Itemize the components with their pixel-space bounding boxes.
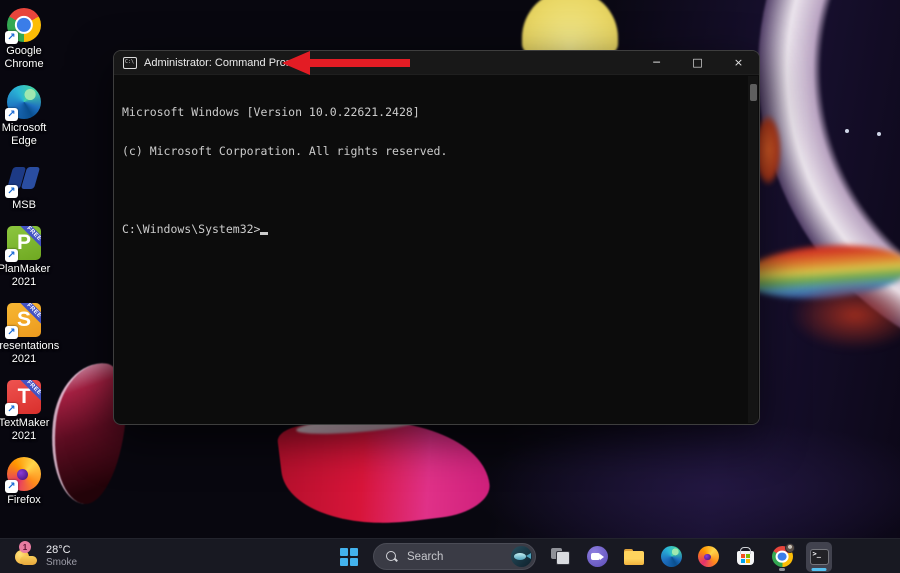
microsoft-logo-grid (740, 553, 750, 563)
active-app-indicator (811, 567, 827, 571)
desktop-icon-microsoft-edge[interactable]: ↗ Microsoft Edge (0, 85, 56, 148)
shortcut-arrow-icon: ↗ (5, 480, 18, 493)
profile-avatar-badge (785, 542, 795, 553)
desktop-icon-label: Microsoft Edge (1, 122, 47, 147)
close-button[interactable]: × (718, 51, 759, 74)
command-prompt-window: C:\ Administrator: Command Prompt ─ □ × … (113, 50, 760, 425)
desktop-icon-label: PlanMaker 2021 (0, 263, 51, 288)
scrollbar-thumb[interactable] (749, 84, 757, 101)
desktop-icon-presentations-2021[interactable]: S FREE ↗ Presentations 2021 (0, 303, 60, 366)
running-indicator (779, 567, 785, 571)
file-explorer-icon (624, 548, 644, 565)
edge-icon (660, 546, 682, 567)
task-view-icon (550, 548, 570, 565)
notification-badge: 1 (19, 541, 31, 553)
windows-logo-icon (340, 547, 358, 566)
console-prompt-line: C:\Windows\System32> (122, 223, 755, 236)
desktop-icon-label: MSB (12, 199, 36, 211)
wallpaper-shape (790, 280, 900, 350)
desktop-icon-column: ↗ Google Chrome ↗ Microsoft Edge ↗ MSB P… (0, 8, 59, 521)
shortcut-arrow-icon: ↗ (5, 403, 18, 416)
desktop-icon-label: Google Chrome (4, 45, 44, 70)
desktop-icon-label: Firefox (7, 494, 41, 506)
taskbar-item-microsoft-store[interactable] (732, 542, 758, 572)
search-label: Search (407, 550, 444, 563)
shortcut-arrow-icon: ↗ (5, 31, 18, 44)
fish-icon (514, 553, 526, 560)
text-cursor (260, 224, 269, 235)
wallpaper-shape (877, 132, 881, 136)
cmd-app-icon: C:\ (123, 56, 137, 69)
microsoft-store-icon (736, 547, 754, 565)
search-daily-image-icon (511, 546, 532, 567)
taskbar-item-file-explorer[interactable] (621, 542, 647, 572)
red-arrow-head (282, 51, 310, 75)
shortcut-arrow-icon: ↗ (5, 108, 18, 121)
video-camera-icon (591, 553, 604, 560)
red-arrow-shaft (308, 59, 410, 67)
terminal-icon: >_ (809, 548, 829, 565)
wallpaper-shape (522, 0, 618, 54)
chat-icon (586, 546, 608, 567)
console-line: (c) Microsoft Corporation. All rights re… (122, 144, 448, 158)
weather-widget[interactable]: 1 28°C Smoke (6, 541, 85, 571)
weather-condition: Smoke (46, 557, 78, 568)
desktop: ↗ Google Chrome ↗ Microsoft Edge ↗ MSB P… (0, 0, 900, 573)
window-titlebar[interactable]: C:\ Administrator: Command Prompt ─ □ × (114, 51, 759, 75)
weather-icon: 1 (14, 541, 39, 568)
taskbar-item-task-view[interactable] (547, 542, 573, 572)
maximize-button[interactable]: □ (677, 51, 718, 74)
desktop-icon-planmaker-2021[interactable]: P FREE ↗ PlanMaker 2021 (0, 226, 56, 289)
taskbar-item-firefox[interactable] (695, 542, 721, 572)
console-line: Microsoft Windows [Version 10.0.22621.24… (122, 105, 420, 119)
start-button[interactable] (336, 542, 362, 572)
search-box[interactable]: Search (373, 543, 536, 570)
console-prompt: C:\Windows\System32> (122, 222, 261, 236)
taskbar-item-chrome[interactable] (769, 542, 795, 572)
firefox-icon (697, 546, 719, 567)
window-title: Administrator: Command Prompt (144, 56, 305, 69)
shortcut-arrow-icon: ↗ (5, 326, 18, 339)
desktop-icon-textmaker-2021[interactable]: T FREE ↗ TextMaker 2021 (0, 380, 56, 443)
desktop-icon-label: Presentations 2021 (0, 340, 60, 365)
taskbar-item-chat[interactable] (584, 542, 610, 572)
taskbar: 1 28°C Smoke Search >_ (0, 538, 900, 573)
shortcut-arrow-icon: ↗ (5, 249, 18, 262)
window-controls: ─ □ × (636, 51, 759, 74)
shortcut-arrow-icon: ↗ (5, 185, 18, 198)
weather-temperature: 28°C (46, 544, 71, 556)
taskbar-item-terminal-active[interactable]: >_ (806, 541, 832, 572)
console-output[interactable]: Microsoft Windows [Version 10.0.22621.24… (114, 75, 759, 267)
taskbar-item-edge[interactable] (658, 542, 684, 572)
fish-tail (526, 553, 531, 559)
minimize-button[interactable]: ─ (636, 51, 677, 74)
search-icon (386, 550, 398, 563)
desktop-icon-label: TextMaker 2021 (0, 417, 50, 442)
desktop-icon-firefox[interactable]: ↗ Firefox (0, 457, 56, 507)
scrollbar[interactable] (748, 76, 758, 423)
desktop-icon-msb[interactable]: ↗ MSB (0, 162, 56, 212)
wallpaper-shape (480, 425, 900, 540)
wallpaper-shape (740, 240, 900, 304)
wallpaper-shape (845, 129, 849, 133)
desktop-icon-google-chrome[interactable]: ↗ Google Chrome (0, 8, 56, 71)
taskbar-center-icons: Search >_ (336, 539, 832, 573)
